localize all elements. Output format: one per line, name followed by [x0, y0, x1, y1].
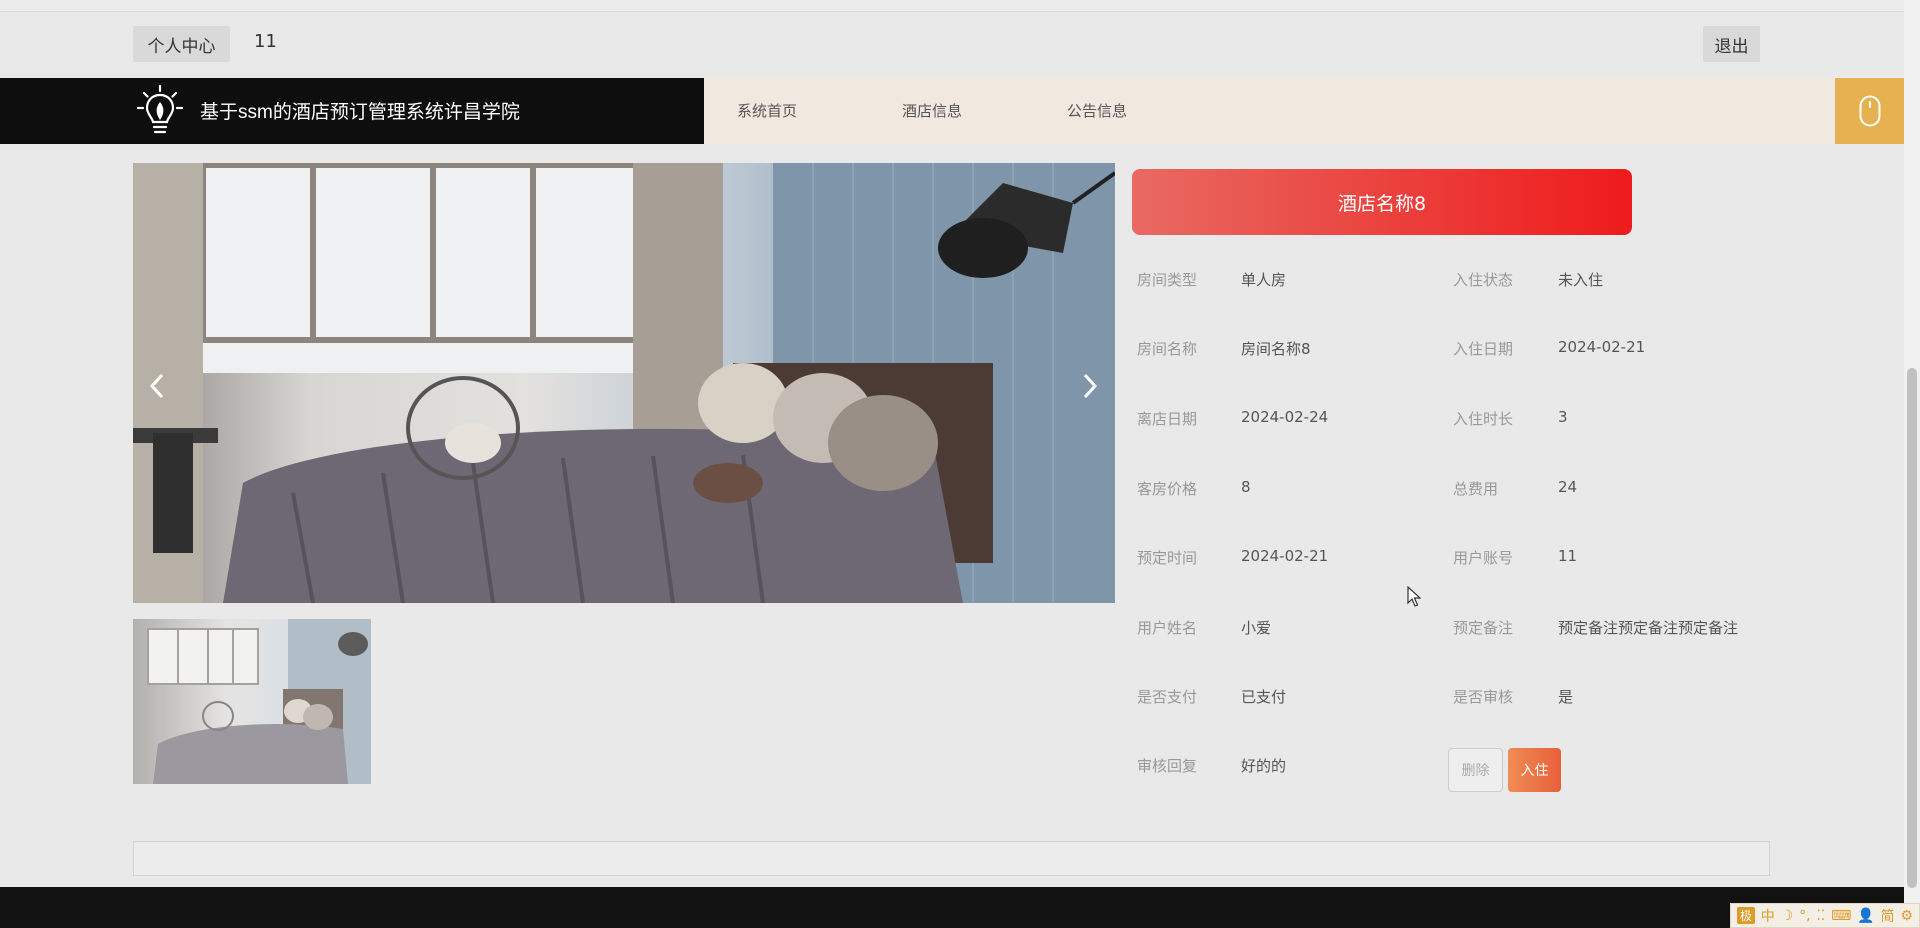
ime-toolbar[interactable]: 极 中 ☽ °, ⁚⁚ ⌨ 👤 简 ⚙ [1730, 903, 1920, 928]
chevron-right-icon [1083, 373, 1098, 399]
field-label: 是否支付 [1137, 688, 1198, 706]
keyboard-icon[interactable]: ⌨ [1831, 908, 1851, 924]
field-value: 房间名称8 [1241, 340, 1311, 358]
field-value: 预定备注预定备注预定备注 [1558, 619, 1739, 637]
field-value: 2024-02-24 [1241, 408, 1329, 426]
field-value: 2024-02-21 [1558, 338, 1646, 356]
footer [0, 887, 1904, 928]
user-icon[interactable]: 👤 [1857, 908, 1874, 924]
field-value: 3 [1558, 408, 1568, 426]
field-value: 是 [1558, 688, 1574, 706]
field-label: 离店日期 [1137, 410, 1198, 428]
field-label: 房间名称 [1137, 340, 1198, 358]
room-photo-main [133, 163, 1115, 603]
moon-icon[interactable]: ☽ [1781, 908, 1794, 924]
carousel-next-button[interactable] [1083, 372, 1098, 407]
gear-icon[interactable]: ⚙ [1900, 908, 1913, 924]
checkin-button[interactable]: 入住 [1508, 748, 1561, 792]
field-value: 24 [1558, 478, 1578, 496]
mouse-scroll-button[interactable] [1835, 78, 1904, 144]
field-value: 好的的 [1241, 757, 1287, 775]
mouse-cursor-icon [1407, 586, 1421, 607]
field-value: 2024-02-21 [1241, 547, 1329, 565]
logout-button[interactable]: 退出 [1703, 26, 1760, 62]
field-label: 预定时间 [1137, 549, 1198, 567]
top-edge [0, 0, 1904, 12]
field-value: 单人房 [1241, 271, 1287, 289]
mouse-icon [1859, 95, 1880, 127]
carousel-prev-button[interactable] [149, 372, 164, 407]
field-label: 审核回复 [1137, 757, 1198, 775]
field-value: 11 [1558, 547, 1578, 565]
main-nav [704, 78, 1835, 144]
field-label: 总费用 [1453, 480, 1499, 498]
field-value: 小爱 [1241, 619, 1272, 637]
hotel-name-banner: 酒店名称8 [1132, 169, 1632, 235]
ime-logo-icon: 极 [1736, 907, 1755, 924]
field-label: 入住状态 [1453, 271, 1514, 289]
field-label: 客房价格 [1137, 480, 1198, 498]
field-value: 已支付 [1241, 688, 1287, 706]
nav-announcements[interactable]: 公告信息 [1067, 100, 1127, 121]
delete-button[interactable]: 删除 [1448, 748, 1503, 792]
field-label: 房间类型 [1137, 271, 1198, 289]
ime-chinese-mode[interactable]: 中 [1761, 906, 1775, 926]
bottom-panel [133, 841, 1770, 876]
current-user-id: 11 [254, 31, 277, 52]
punctuation-icon[interactable]: °, [1799, 908, 1810, 924]
lightbulb-logo-icon [136, 84, 184, 134]
dots-icon[interactable]: ⁚⁚ [1816, 908, 1825, 924]
personal-center-button[interactable]: 个人中心 [133, 26, 230, 62]
scrollbar-thumb[interactable] [1907, 368, 1917, 888]
chevron-left-icon [149, 373, 164, 399]
field-label: 入住时长 [1453, 410, 1514, 428]
nav-home[interactable]: 系统首页 [737, 100, 797, 121]
nav-hotel-info[interactable]: 酒店信息 [902, 100, 962, 121]
field-label: 用户账号 [1453, 549, 1514, 567]
field-value: 8 [1241, 478, 1251, 496]
field-label: 是否审核 [1453, 688, 1514, 706]
ime-simplified-mode[interactable]: 简 [1881, 906, 1895, 926]
field-value: 未入住 [1558, 271, 1604, 289]
room-photo-thumbnail[interactable] [133, 619, 371, 784]
site-title: 基于ssm的酒店预订管理系统许昌学院 [200, 102, 520, 123]
field-label: 预定备注 [1453, 619, 1514, 637]
field-label: 入住日期 [1453, 340, 1514, 358]
field-label: 用户姓名 [1137, 619, 1198, 637]
